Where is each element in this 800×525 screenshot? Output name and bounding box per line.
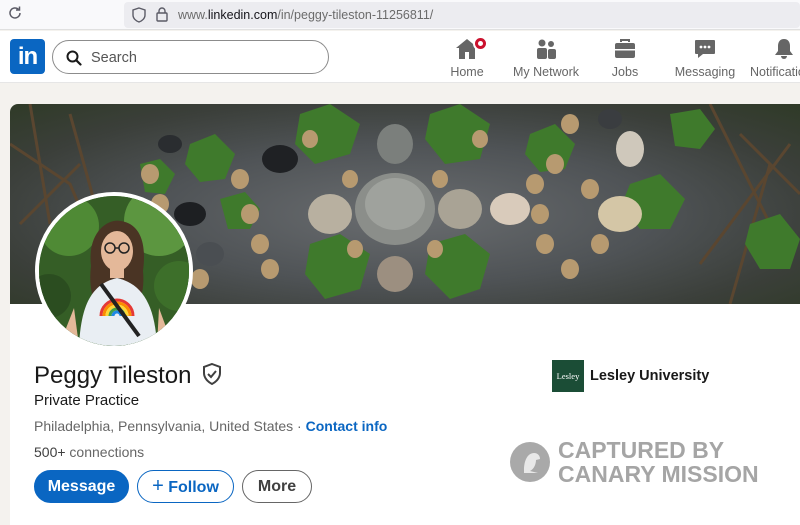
briefcase-icon — [615, 39, 635, 58]
linkedin-logo[interactable]: in — [10, 39, 45, 74]
top-nav: in Home My Network Jobs Messaging Notifi… — [0, 31, 800, 83]
profile-photo[interactable] — [35, 192, 193, 350]
watermark: CAPTURED BY CANARY MISSION — [510, 438, 800, 488]
watermark-line2: CANARY MISSION — [558, 461, 759, 487]
separator-dot: · — [293, 418, 306, 434]
search-input[interactable] — [91, 48, 311, 68]
organization-link[interactable]: Lesley Lesley University — [552, 360, 709, 392]
lesley-university-logo: Lesley — [552, 360, 584, 392]
nav-label-messaging: Messaging — [674, 65, 736, 79]
lock-icon[interactable] — [156, 7, 168, 27]
nav-notifications[interactable]: Notifications — [750, 37, 800, 79]
notification-badge — [473, 36, 488, 51]
reload-icon[interactable] — [7, 5, 25, 23]
nav-label-my-network: My Network — [513, 65, 579, 79]
connections-label: connections — [65, 444, 145, 460]
nav-messaging[interactable]: Messaging — [674, 37, 736, 79]
name-row: Peggy Tileston — [34, 362, 222, 390]
follow-button[interactable]: + Follow — [137, 470, 234, 503]
nav-my-network[interactable]: My Network — [511, 37, 581, 79]
shield-icon[interactable] — [132, 7, 146, 28]
verified-shield-icon[interactable] — [202, 362, 222, 390]
connections-row[interactable]: 500+ connections — [34, 444, 144, 460]
more-button[interactable]: More — [242, 470, 312, 503]
watermark-text: CAPTURED BY CANARY MISSION — [558, 438, 759, 486]
profile-card: Peggy Tileston Private Practice Philadel… — [10, 104, 800, 525]
search-box[interactable] — [52, 40, 329, 74]
nav-home[interactable]: Home — [448, 36, 488, 79]
watermark-line1: CAPTURED BY — [558, 437, 725, 463]
url-text[interactable]: www.linkedin.com/in/peggy-tileston-11256… — [178, 8, 433, 22]
network-icon — [537, 39, 556, 59]
plus-icon: + — [152, 475, 164, 497]
profile-headline: Private Practice — [34, 392, 140, 409]
nav-jobs[interactable]: Jobs — [605, 37, 645, 79]
canary-logo-icon — [510, 442, 550, 482]
profile-location: Philadelphia, Pennsylvania, United State… — [34, 418, 294, 434]
connections-count: 500+ — [34, 444, 66, 460]
contact-info-link[interactable]: Contact info — [306, 418, 388, 434]
nav-label-jobs: Jobs — [611, 65, 639, 79]
message-button[interactable]: Message — [34, 470, 129, 503]
chat-icon — [695, 40, 715, 58]
follow-label: Follow — [168, 479, 219, 496]
bell-icon — [775, 39, 793, 59]
browser-toolbar: www.linkedin.com/in/peggy-tileston-11256… — [0, 0, 800, 30]
organization-name: Lesley University — [590, 368, 710, 384]
url-path: /in/peggy-tileston-11256811/ — [277, 8, 434, 22]
nav-label-notifications: Notifications — [750, 65, 800, 79]
url-prefix: www. — [178, 8, 208, 22]
url-domain: linkedin.com — [207, 8, 278, 22]
location-row: Philadelphia, Pennsylvania, United State… — [34, 418, 387, 434]
nav-label-home: Home — [450, 65, 484, 79]
profile-name: Peggy Tileston — [34, 362, 192, 389]
search-icon — [66, 50, 82, 66]
